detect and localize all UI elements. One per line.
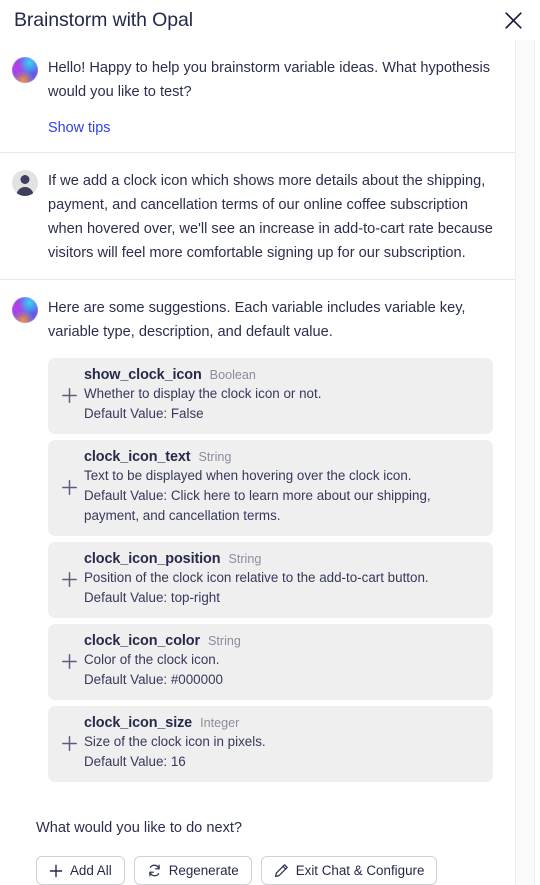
suggestion-list: show_clock_icon Boolean Whether to displ… [48,358,493,782]
avatar-body [16,187,34,196]
suggestion-card[interactable]: show_clock_icon Boolean Whether to displ… [48,358,493,434]
suggestion-info: clock_icon_size Integer Size of the cloc… [84,715,481,772]
plus-icon [49,864,63,878]
chat-scroll-area: Hello! Happy to help you brainstorm vari… [0,40,540,885]
suggestion-heading: clock_icon_size Integer [84,715,481,731]
variable-default: Default Value: Click here to learn more … [84,488,431,523]
suggestion-heading: clock_icon_color String [84,633,481,649]
variable-type: Integer [200,716,240,730]
user-avatar-icon [12,170,38,196]
suggestion-info: clock_icon_position String Position of t… [84,551,481,608]
regenerate-button[interactable]: Regenerate [133,856,252,885]
suggestion-card[interactable]: clock_icon_color String Color of the clo… [48,624,493,700]
message-body: If we add a clock icon which shows more … [48,169,493,265]
close-icon[interactable] [500,7,526,33]
add-all-label: Add All [70,863,112,878]
suggestion-heading: clock_icon_position String [84,551,481,567]
variable-default: Default Value: False [84,406,204,421]
variable-key: show_clock_icon [84,367,202,383]
chat-content: Hello! Happy to help you brainstorm vari… [0,40,515,885]
avatar-head [20,174,30,184]
variable-type: String [228,552,262,566]
exit-chat-configure-label: Exit Chat & Configure [295,863,425,878]
message-assistant-greeting: Hello! Happy to help you brainstorm vari… [0,40,515,152]
scrollbar[interactable] [515,40,535,885]
message-text: Hello! Happy to help you brainstorm vari… [48,60,491,100]
panel-header: Brainstorm with Opal [0,0,540,40]
suggestion-card[interactable]: clock_icon_text String Text to be displa… [48,440,493,536]
variable-description: Whether to display the clock icon or not… [84,386,322,401]
message-text: If we add a clock icon which shows more … [48,173,493,261]
exit-chat-configure-button[interactable]: Exit Chat & Configure [260,856,438,885]
show-tips-link[interactable]: Show tips [48,118,110,138]
variable-description: Text to be displayed when hovering over … [84,468,412,483]
brainstorm-panel: Brainstorm with Opal Hello! Happy to hel… [0,0,540,885]
variable-key: clock_icon_text [84,449,191,465]
regenerate-label: Regenerate [168,863,239,878]
variable-description: Color of the clock icon. [84,652,220,667]
refresh-icon [147,863,162,878]
message-user-hypothesis: If we add a clock icon which shows more … [0,152,515,279]
variable-type: Boolean [209,368,256,382]
variable-type: String [207,634,241,648]
plus-icon[interactable] [54,735,84,752]
action-bar: Add All Regenerate Exit Chat & Configure [0,838,515,885]
variable-default: Default Value: #000000 [84,672,223,687]
suggestion-heading: show_clock_icon Boolean [84,367,481,383]
message-assistant-suggestions: Here are some suggestions. Each variable… [0,279,515,796]
message-body: Here are some suggestions. Each variable… [48,296,493,782]
variable-key: clock_icon_color [84,633,200,649]
variable-key: clock_icon_position [84,551,221,567]
suggestion-card[interactable]: clock_icon_size Integer Size of the cloc… [48,706,493,782]
opal-avatar-icon [12,57,38,83]
plus-icon[interactable] [54,571,84,588]
plus-icon[interactable] [54,387,84,404]
suggestion-info: clock_icon_color String Color of the clo… [84,633,481,690]
variable-type: String [198,450,232,464]
suggestion-info: clock_icon_text String Text to be displa… [84,449,481,526]
suggestion-info: show_clock_icon Boolean Whether to displ… [84,367,481,424]
pencil-icon [274,863,289,878]
message-body: Hello! Happy to help you brainstorm vari… [48,56,493,138]
variable-default: Default Value: top-right [84,590,220,605]
plus-icon[interactable] [54,479,84,496]
suggestion-heading: clock_icon_text String [84,449,481,465]
next-step-prompt: What would you like to do next? [36,820,243,836]
page-title: Brainstorm with Opal [14,9,193,32]
variable-description: Position of the clock icon relative to t… [84,570,429,585]
variable-description: Size of the clock icon in pixels. [84,734,266,749]
variable-key: clock_icon_size [84,715,193,731]
opal-avatar-icon [12,297,38,323]
variable-default: Default Value: 16 [84,754,186,769]
add-all-button[interactable]: Add All [36,856,125,885]
message-text: Here are some suggestions. Each variable… [48,300,466,340]
suggestion-card[interactable]: clock_icon_position String Position of t… [48,542,493,618]
plus-icon[interactable] [54,653,84,670]
